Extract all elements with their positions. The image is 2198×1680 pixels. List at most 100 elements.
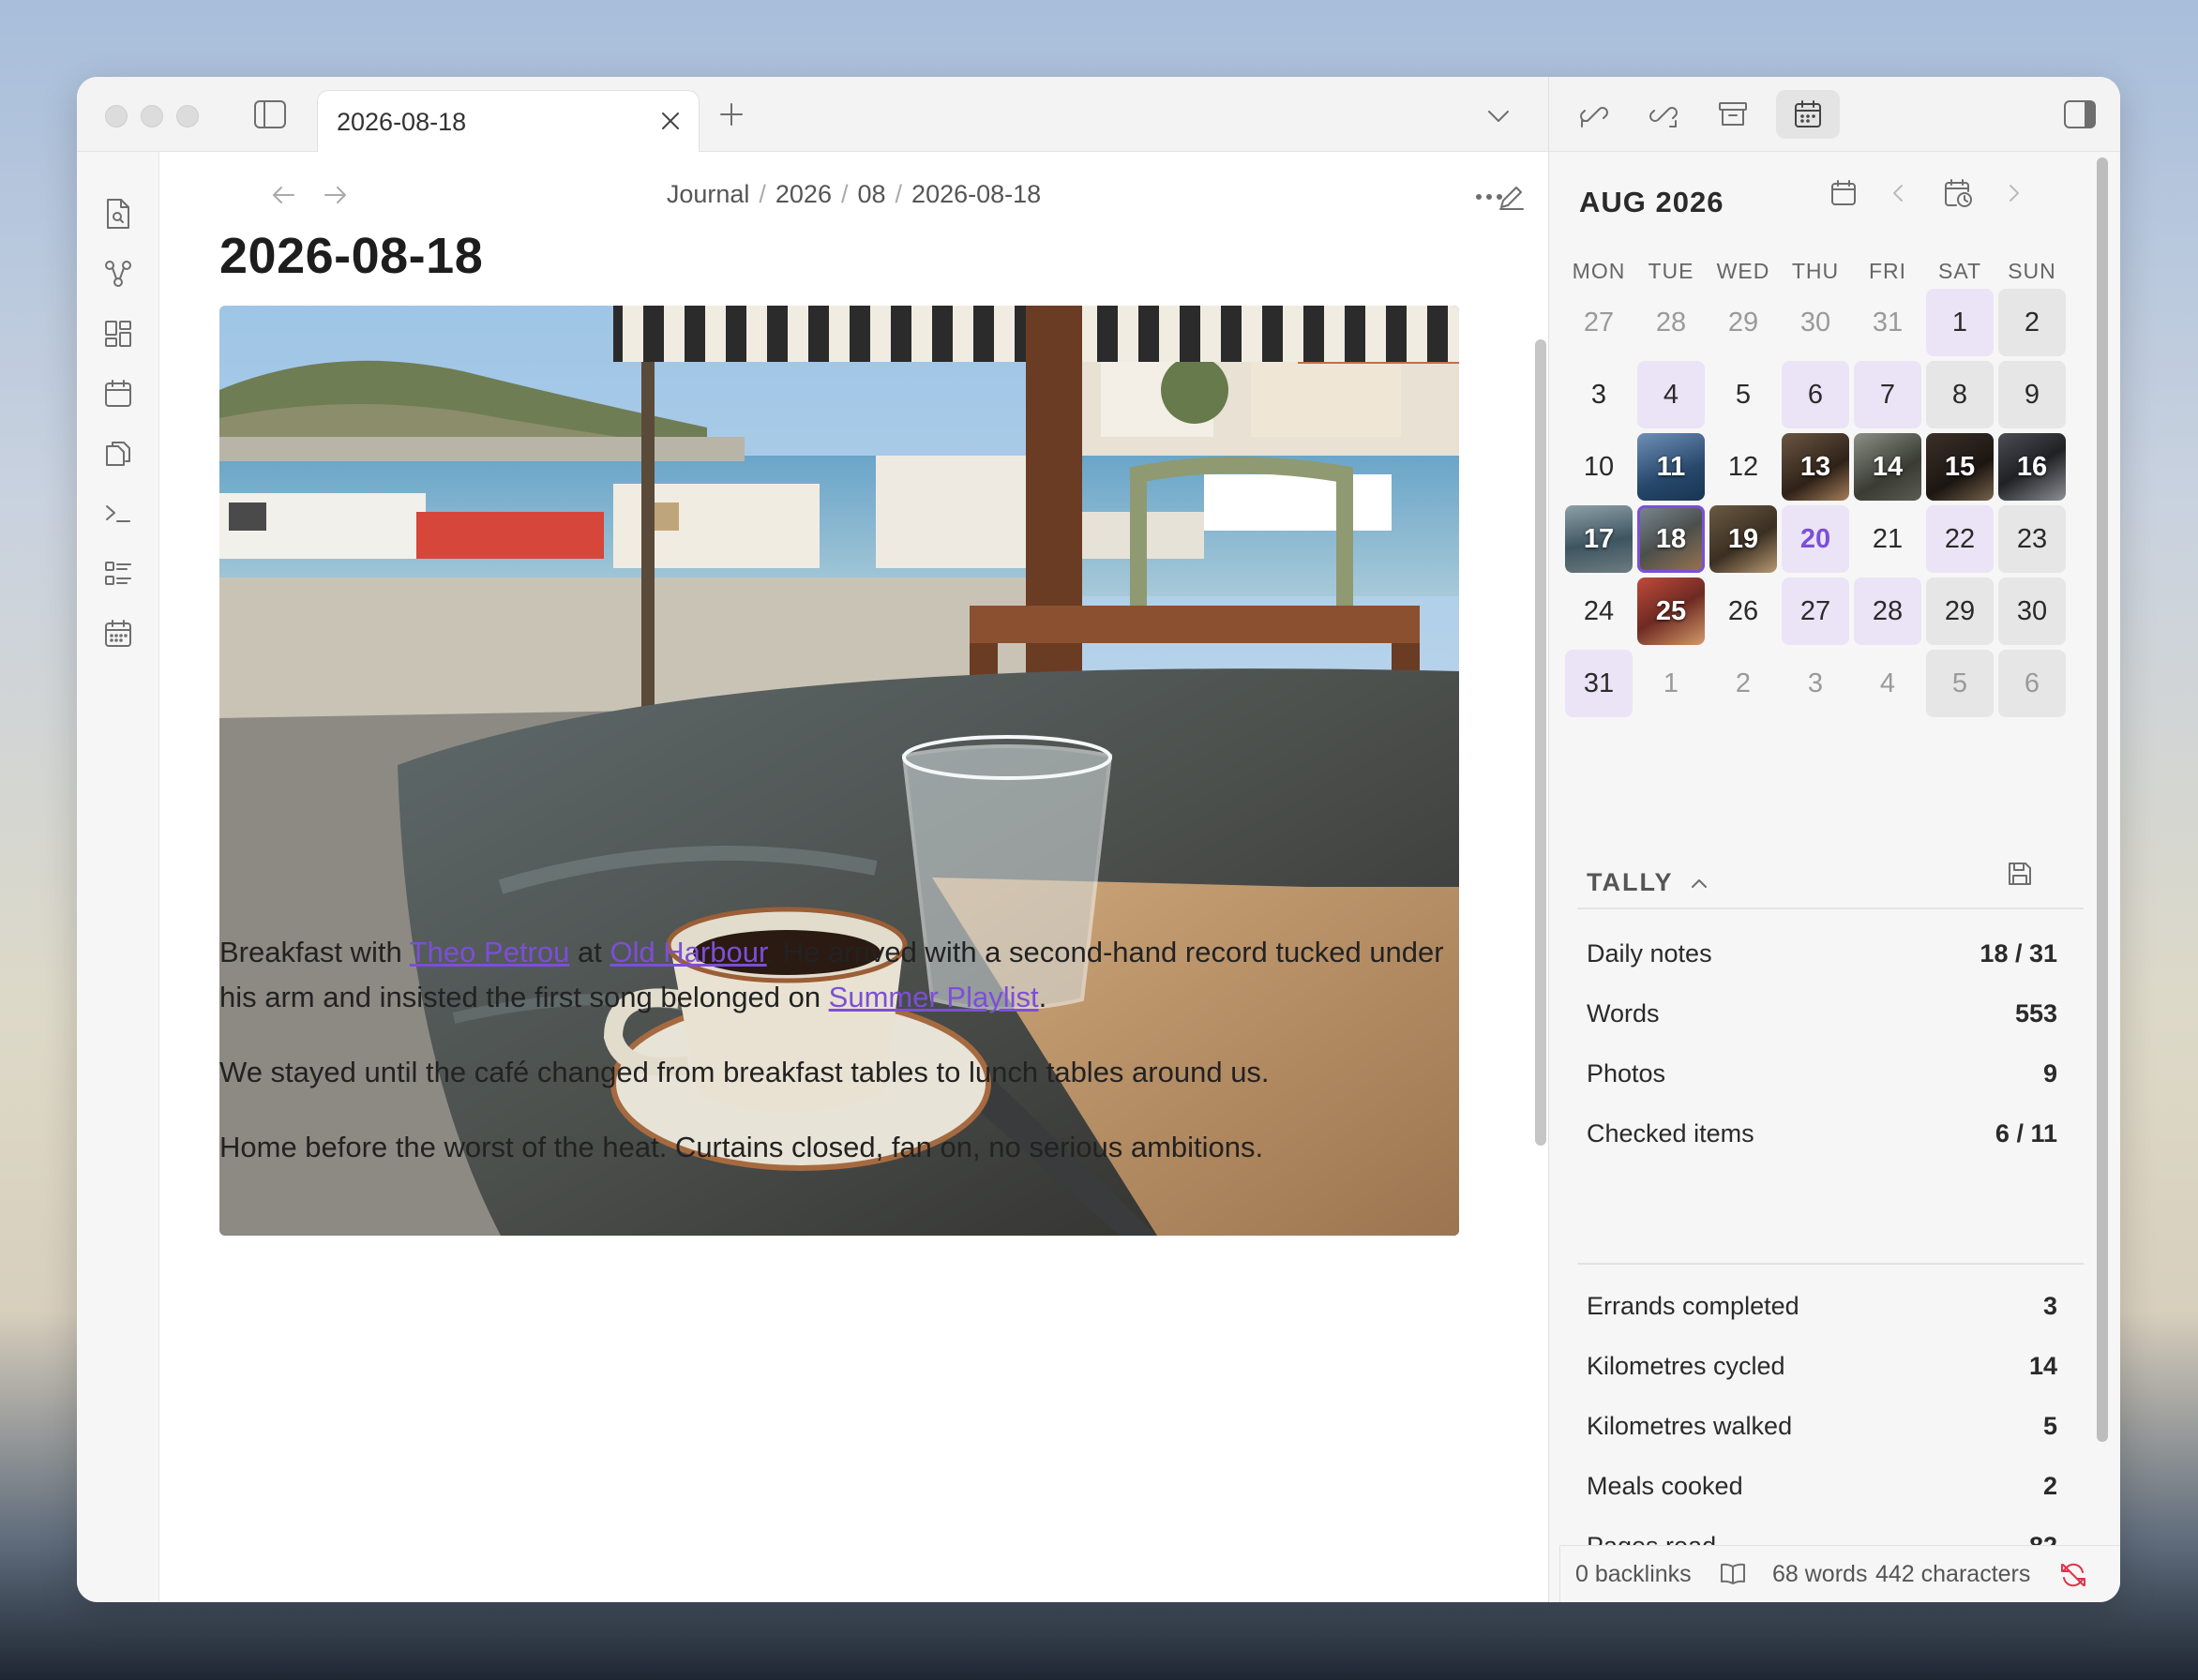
tally-row-value: 9	[2042, 1059, 2057, 1088]
calendar-day[interactable]: 13	[1782, 433, 1849, 501]
calendar-day[interactable]: 3	[1565, 361, 1633, 428]
calendar-day[interactable]: 21	[1854, 505, 1921, 573]
daily-note-calendar-icon[interactable]	[96, 371, 141, 416]
command-palette-terminal-icon[interactable]	[96, 491, 141, 536]
calendar-day[interactable]: 6	[1782, 361, 1849, 428]
calendar-day[interactable]: 12	[1709, 433, 1777, 501]
calendar-day[interactable]: 14	[1854, 433, 1921, 501]
calendar-day[interactable]: 23	[1998, 505, 2066, 573]
calendar-view-icon[interactable]	[1776, 90, 1840, 139]
tally-row: Words 553	[1587, 999, 2057, 1028]
calendar-day[interactable]: 5	[1926, 650, 1994, 717]
calendar-day[interactable]: 18	[1637, 505, 1705, 573]
calendar-day[interactable]: 31	[1565, 650, 1633, 717]
calendar-day[interactable]: 28	[1637, 289, 1705, 356]
calendar-day[interactable]: 6	[1998, 650, 2066, 717]
calendar-day[interactable]: 15	[1926, 433, 1994, 501]
calendar-day[interactable]: 1	[1637, 650, 1705, 717]
next-month-chevron-icon[interactable]	[1995, 172, 2033, 214]
reading-book-icon[interactable]	[1716, 1557, 1750, 1591]
calendar-day[interactable]: 24	[1565, 578, 1633, 645]
calendar-day[interactable]: 27	[1782, 578, 1849, 645]
link-summer-playlist[interactable]: Summer Playlist	[829, 981, 1039, 1013]
calendar-day[interactable]: 7	[1854, 361, 1921, 428]
calendar-day[interactable]: 11	[1637, 433, 1705, 501]
save-disk-icon[interactable]	[1999, 853, 2040, 894]
calendar-day[interactable]: 31	[1854, 289, 1921, 356]
breadcrumb-journal[interactable]: Journal	[667, 180, 750, 208]
today-calendar-clock-icon[interactable]	[1937, 172, 1979, 214]
calendar-day[interactable]: 8	[1926, 361, 1994, 428]
calendar-day[interactable]: 5	[1709, 361, 1777, 428]
calendar-sidebar: AUG 2026 MON TUE WED THU FRI SAT SUN 27 2…	[1548, 152, 2120, 1602]
templates-copy-icon[interactable]	[96, 431, 141, 476]
note-title[interactable]: 2026-08-18	[219, 227, 483, 285]
tally-row-label: Daily notes	[1587, 939, 1712, 968]
more-options-icon[interactable]	[1468, 176, 1510, 218]
calendar-day[interactable]: 9	[1998, 361, 2066, 428]
tally-row: Kilometres cycled 14	[1587, 1352, 2057, 1381]
collapse-chevron-up-icon[interactable]	[1688, 874, 1710, 892]
calendar-day[interactable]: 4	[1637, 361, 1705, 428]
tab-list-chevron-down-icon[interactable]	[1480, 98, 1517, 135]
calendar-day[interactable]: 16	[1998, 433, 2066, 501]
calendar-day[interactable]: 30	[1998, 578, 2066, 645]
backlinks-icon[interactable]	[1572, 92, 1617, 137]
calendar-day[interactable]: 27	[1565, 289, 1633, 356]
calendar-day[interactable]: 3	[1782, 650, 1849, 717]
monthly-calendar-icon[interactable]	[96, 611, 141, 656]
close-window-button[interactable]	[105, 105, 128, 128]
tally-row-value: 3	[2042, 1292, 2057, 1320]
calendar-day[interactable]: 2	[1709, 650, 1777, 717]
new-tab-icon[interactable]	[713, 96, 750, 133]
para1-text-4: .	[1038, 981, 1047, 1013]
calendar-day[interactable]: 29	[1926, 578, 1994, 645]
archive-icon[interactable]	[1710, 92, 1755, 137]
breadcrumb-year[interactable]: 2026	[775, 180, 832, 208]
calendar-day[interactable]: 25	[1637, 578, 1705, 645]
outgoing-links-icon[interactable]	[1641, 92, 1686, 137]
tally-row-value: 6 / 11	[1995, 1119, 2057, 1148]
toggle-left-sidebar-icon[interactable]	[249, 94, 291, 135]
calendar-day[interactable]: 29	[1709, 289, 1777, 356]
tally-row: Errands completed 3	[1587, 1292, 2057, 1321]
status-backlinks[interactable]: 0 backlinks	[1575, 1561, 1692, 1588]
close-tab-icon[interactable]	[654, 104, 687, 138]
calendar-day[interactable]: 19	[1709, 505, 1777, 573]
link-old-harbour[interactable]: Old Harbour	[610, 936, 766, 968]
tally-header[interactable]: TALLY	[1587, 868, 1707, 897]
canvas-grid-icon[interactable]	[96, 311, 141, 356]
task-list-icon[interactable]	[96, 551, 141, 596]
calendar-day[interactable]: 2	[1998, 289, 2066, 356]
search-file-icon[interactable]	[96, 191, 141, 236]
app-window: 2026-08-18 Journal / 2026 / 08 / 2026-08…	[77, 77, 2120, 1602]
calendar-day[interactable]: 26	[1709, 578, 1777, 645]
calendar-day[interactable]: 1	[1926, 289, 1994, 356]
tally-row-label: Kilometres cycled	[1587, 1352, 1785, 1380]
breadcrumb-note[interactable]: 2026-08-18	[911, 180, 1041, 208]
calendar-day[interactable]: 4	[1854, 650, 1921, 717]
graph-view-icon[interactable]	[96, 251, 141, 296]
calendar-day[interactable]: 30	[1782, 289, 1849, 356]
note-paragraph-1[interactable]: Breakfast with Theo Petrou at Old Harbou…	[219, 930, 1459, 1020]
calendar-day[interactable]: 22	[1926, 505, 1994, 573]
sidebar-scrollbar[interactable]	[2097, 158, 2108, 1442]
previous-month-chevron-icon[interactable]	[1879, 172, 1917, 214]
toggle-right-sidebar-icon[interactable]	[2059, 94, 2100, 135]
link-theo-petrou[interactable]: Theo Petrou	[410, 936, 570, 968]
maximize-window-button[interactable]	[176, 105, 199, 128]
note-paragraph-3[interactable]: Home before the worst of the heat. Curta…	[219, 1125, 1459, 1170]
minimize-window-button[interactable]	[141, 105, 163, 128]
tab-active[interactable]: 2026-08-18	[317, 90, 700, 154]
tab-title: 2026-08-18	[337, 108, 467, 136]
calendar-day[interactable]: 28	[1854, 578, 1921, 645]
calendar-day[interactable]: 20	[1782, 505, 1849, 573]
weekday-wed: WED	[1716, 259, 1770, 283]
calendar-day[interactable]: 17	[1565, 505, 1633, 573]
sync-error-icon[interactable]	[2055, 1557, 2091, 1593]
note-paragraph-2[interactable]: We stayed until the café changed from br…	[219, 1050, 1459, 1095]
calendar-day[interactable]: 10	[1565, 433, 1633, 501]
breadcrumb-month[interactable]: 08	[857, 180, 885, 208]
calendar-jump-icon[interactable]	[1823, 172, 1864, 214]
editor-scrollbar[interactable]	[1535, 339, 1546, 1146]
